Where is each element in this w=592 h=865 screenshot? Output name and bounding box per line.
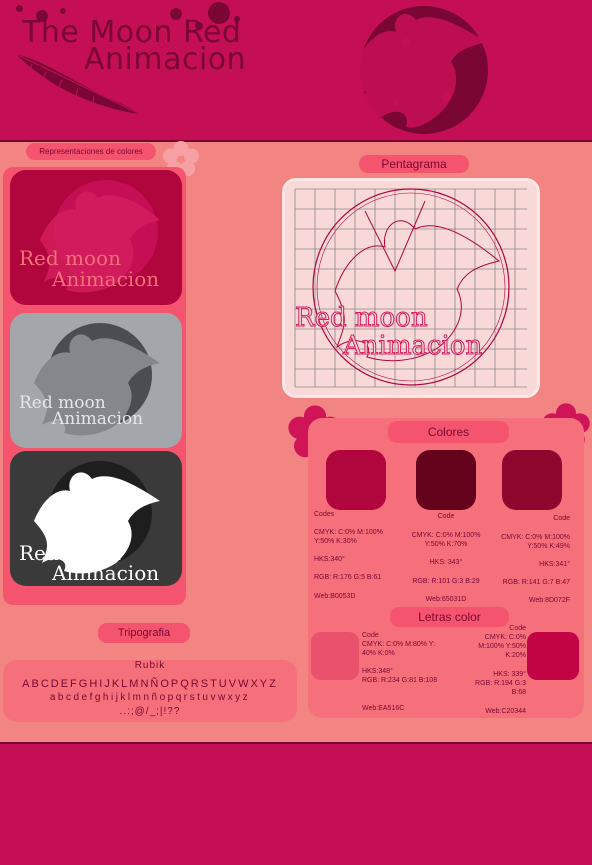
color-rgb: RGB: R:234 G:81 B:108 <box>362 677 438 684</box>
symbols: ..:;@/_;|!?? <box>119 706 181 717</box>
color-cmyk: CMYK: C:0% M:80% Y: 40% K:0% <box>362 641 436 657</box>
color-hks: HKS: 339° <box>493 671 526 678</box>
color-swatch <box>502 450 562 510</box>
color-swatch <box>527 632 579 680</box>
logo-text-line1: Red moon <box>19 246 121 270</box>
color-code-label: Code <box>437 513 455 520</box>
color-cmyk: CMYK: C:0% M:100% Y:50% K:49% <box>501 534 570 550</box>
color-rgb: RGB: R:176 G:5 B:61 <box>314 574 382 581</box>
color-rgb: RGB: R:194 G:3 B:68 <box>475 680 526 696</box>
moon-wolf-logo-icon <box>344 6 488 134</box>
color-hks: HKS:341° <box>539 561 570 568</box>
color-code-label: Code <box>553 515 570 522</box>
color-hks: HKS:348° <box>362 668 393 675</box>
logo-text-line1: Red moon <box>295 303 429 333</box>
grid-logo-icon <box>294 188 527 388</box>
feather-icon <box>15 53 141 115</box>
pentagrama-grid: Red moon Animacion <box>282 178 540 398</box>
color-representations-panel: Red moon Animacion Red moon Animacion Re… <box>3 167 186 605</box>
color-code-label: Code <box>509 625 526 632</box>
color-web: Web:65031D <box>425 596 467 603</box>
color-code-label: Code <box>362 632 379 639</box>
font-name: Rubik <box>134 660 166 671</box>
color-code-label: Codes <box>314 511 335 518</box>
logo-text-line2: Animacion <box>52 561 160 585</box>
section-label-pentagrama: Pentagrama <box>359 155 469 173</box>
color-swatch <box>416 450 476 510</box>
section-label-tipografia: Tripografia <box>98 623 190 643</box>
color-swatch <box>311 632 359 680</box>
typography-panel: Rubik ABCDEFGHIJKLMNÑOPQRSTUVWXYZ abcdef… <box>3 660 297 722</box>
logo-card-grey: Red moon Animacion <box>10 313 182 448</box>
decor-dot <box>16 5 23 12</box>
logo-card-black: Red moon Animacion <box>10 451 182 586</box>
color-cmyk: CMYK: C:0% M:100% Y:50% K:20% <box>478 634 526 659</box>
footer <box>0 742 592 865</box>
color-hks: HKS: 343° <box>429 559 463 566</box>
color-rgb: RGB: R:141 G:7 B:47 <box>502 579 570 586</box>
color-web: Web:8D072F <box>528 597 570 604</box>
alphabet-lowercase: abcdefghijklmnñopqrstuvwxyz <box>49 692 251 703</box>
logo-text-line1: Red moon <box>19 541 121 565</box>
color-rgb: RGB: R:101 G:3 B:29 <box>412 578 480 585</box>
section-label-colores: Colores <box>388 421 509 443</box>
color-cmyk: CMYK: C:0% M:100% Y:50% K:70% <box>411 532 481 548</box>
logo-card-red: Red moon Animacion <box>10 170 182 305</box>
color-web: Web:C20344 <box>485 708 526 715</box>
color-web: Web:B0053D <box>314 593 356 600</box>
logo-text-line2: Animacion <box>342 331 483 361</box>
section-label-representaciones: Representaciones de colores <box>26 143 156 160</box>
logo-text-line2: Animacion <box>52 267 160 291</box>
color-web: Web:EA516C <box>362 705 405 712</box>
header: The Moon Red Animacion <box>0 0 592 142</box>
decor-dot <box>60 8 66 14</box>
logo-text-line2: Animacion <box>52 409 144 429</box>
color-swatch <box>326 450 386 510</box>
color-cmyk: CMYK: C:0% M:100% Y:50% K:30% <box>314 529 383 545</box>
color-hks: HKS:340° <box>314 556 345 563</box>
alphabet-uppercase: ABCDEFGHIJKLMNÑOPQRSTUVWXYZ <box>22 678 278 690</box>
